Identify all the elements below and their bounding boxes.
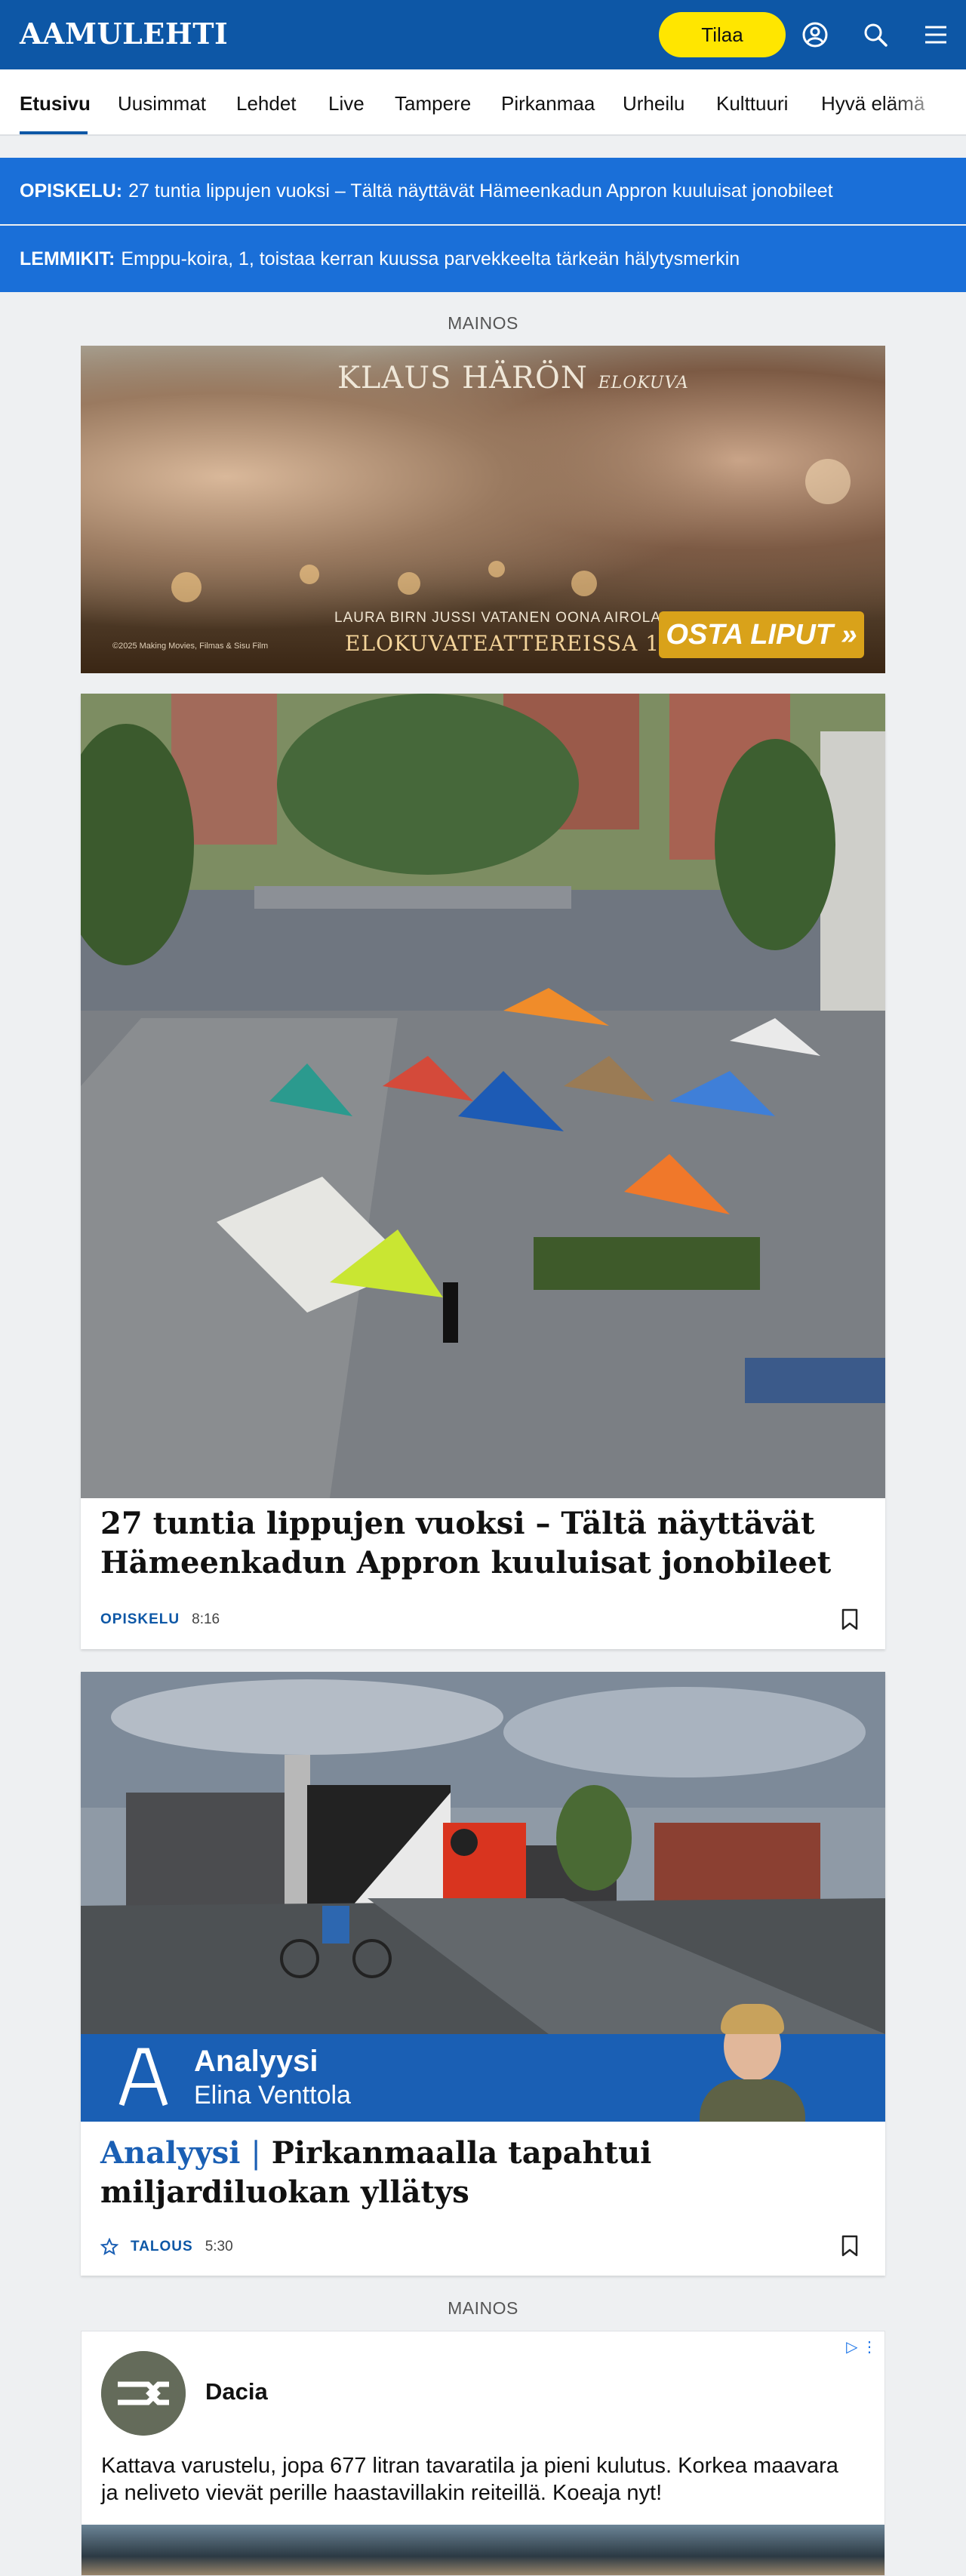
analysis-kicker: Analyysi xyxy=(100,2135,241,2171)
nav-item-kulttuuri[interactable]: Kulttuuri xyxy=(716,92,788,115)
menu-icon[interactable] xyxy=(921,20,951,50)
breaking-banner-opiskelu[interactable]: OPISKELU: 27 tuntia lippujen vuoksi – Tä… xyxy=(0,158,966,224)
analysis-badge-title: Analyysi xyxy=(194,2045,318,2078)
movie-ad-copyright: ©2025 Making Movies, Filmas & Sisu Film xyxy=(112,642,269,651)
nav-item-lehdet[interactable]: Lehdet xyxy=(236,92,297,115)
nav-item-urheilu[interactable]: Urheilu xyxy=(623,92,685,115)
breaking-banner-lemmikit[interactable]: LEMMIKIT: Emppu-koira, 1, toistaa kerran… xyxy=(0,226,966,292)
bookmark-icon[interactable] xyxy=(840,1608,860,1631)
article-headline[interactable]: Analyysi | Pirkanmaalla tapahtui miljard… xyxy=(100,2134,855,2212)
section-nav: Etusivu Uusimmat Lehdet Live Tampere Pir… xyxy=(0,69,966,136)
movie-ad[interactable]: KLAUS HÄRÖN ELOKUVA LAURA BIRN JUSSI VAT… xyxy=(81,346,885,673)
star-icon xyxy=(100,2238,118,2256)
banner-text: Emppu-koira, 1, toistaa kerran kuussa pa… xyxy=(121,248,740,269)
nav-item-pirkanmaa[interactable]: Pirkanmaa xyxy=(501,92,595,115)
buy-tickets-button[interactable]: OSTA LIPUT » xyxy=(659,611,864,658)
author-portrait xyxy=(700,2004,805,2122)
analysis-badge-author: Elina Venttola xyxy=(194,2081,351,2110)
banner-text: 27 tuntia lippujen vuoksi – Tältä näyttä… xyxy=(128,180,833,202)
ad-body-text: Kattava varustelu, jopa 677 litran tavar… xyxy=(101,2454,838,2505)
dacia-ad[interactable]: ▷ ⋮ Dacia Kattava varustelu, jopa 677 li… xyxy=(81,2331,885,2576)
ad-choices-icon[interactable]: ▷ ⋮ xyxy=(846,2337,877,2356)
article-time: 8:16 xyxy=(192,1611,220,1627)
article-image-industrial-site[interactable] xyxy=(81,1672,885,2034)
article-headline[interactable]: 27 tuntia lippujen vuoksi – Tältä näyttä… xyxy=(100,1504,855,1583)
bookmark-icon[interactable] xyxy=(840,2235,860,2257)
ad-label: MAINOS xyxy=(448,313,518,333)
article-meta: OPISKELU 8:16 xyxy=(100,1611,220,1628)
nav-fade xyxy=(891,69,966,134)
nav-active-indicator xyxy=(20,131,88,134)
aamulehti-a-logo-icon xyxy=(118,2048,168,2107)
movie-ad-title: KLAUS HÄRÖN ELOKUVA xyxy=(337,361,689,395)
article-card[interactable]: 27 tuntia lippujen vuoksi – Tältä näyttä… xyxy=(81,694,885,1649)
article-image-queue-camp[interactable] xyxy=(81,694,885,1498)
article-meta: TALOUS 5:30 xyxy=(100,2238,233,2256)
nav-item-etusivu[interactable]: Etusivu xyxy=(20,92,91,115)
dacia-logo-icon xyxy=(101,2351,186,2436)
top-header: AAMULEHTI Tilaa xyxy=(0,0,966,69)
banner-label: OPISKELU: xyxy=(20,180,123,202)
ad-label: MAINOS xyxy=(448,2298,518,2318)
article-time: 5:30 xyxy=(205,2239,233,2254)
movie-ad-release: ELOKUVATEATTEREISSA 11.9. xyxy=(345,631,703,656)
site-logo[interactable]: AAMULEHTI xyxy=(20,17,228,51)
analysis-badge: Analyysi Elina Venttola xyxy=(81,2004,885,2122)
article-category[interactable]: OPISKELU xyxy=(100,1611,180,1628)
banner-label: LEMMIKIT: xyxy=(20,248,115,269)
article-card[interactable]: Analyysi Elina Venttola Analyysi | Pirka… xyxy=(81,1672,885,2276)
subscribe-button[interactable]: Tilaa xyxy=(659,12,786,57)
search-icon[interactable] xyxy=(860,20,891,50)
nav-item-live[interactable]: Live xyxy=(328,92,365,115)
user-icon[interactable] xyxy=(800,20,830,50)
movie-ad-cast: LAURA BIRN JUSSI VATANEN OONA AIROLA xyxy=(334,610,661,626)
nav-item-tampere[interactable]: Tampere xyxy=(395,92,471,115)
nav-item-uusimmat[interactable]: Uusimmat xyxy=(118,92,206,115)
article-category[interactable]: TALOUS xyxy=(131,2239,193,2255)
ad-image[interactable] xyxy=(82,2525,884,2575)
advertiser-name[interactable]: Dacia xyxy=(205,2378,268,2405)
